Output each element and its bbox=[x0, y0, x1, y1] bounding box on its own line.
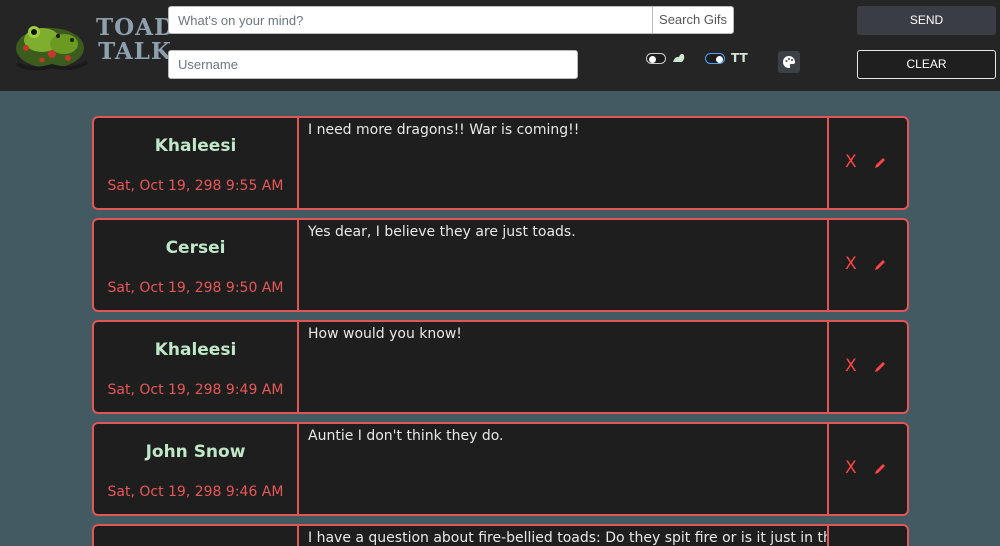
top-bar: TOAD TALK Search Gifs TT SEND CLEAR bbox=[0, 0, 1000, 91]
pencil-icon[interactable] bbox=[873, 360, 887, 374]
message-meta: John Snow Sat, Oct 19, 298 9:46 AM bbox=[94, 424, 299, 514]
search-gifs-button[interactable]: Search Gifs bbox=[652, 6, 734, 34]
message-text: How would you know! bbox=[308, 326, 462, 342]
message-actions: X bbox=[827, 220, 907, 310]
message-meta bbox=[94, 526, 299, 546]
username-input[interactable] bbox=[168, 50, 578, 79]
message-timestamp: Sat, Oct 19, 298 9:50 AM bbox=[107, 280, 284, 296]
message-text: I need more dragons!! War is coming!! bbox=[308, 122, 580, 138]
text-size-icon: TT bbox=[731, 51, 748, 65]
message-meta: Khaleesi Sat, Oct 19, 298 9:55 AM bbox=[94, 118, 299, 208]
message-actions: X bbox=[827, 118, 907, 208]
message-text: Yes dear, I believe they are just toads. bbox=[308, 224, 576, 240]
message-author: Cersei bbox=[165, 238, 226, 258]
theme-toggle[interactable] bbox=[646, 53, 666, 64]
message-text: Auntie I don't think they do. bbox=[308, 428, 504, 444]
message-actions bbox=[827, 526, 907, 546]
color-palette-button[interactable] bbox=[778, 51, 800, 73]
toad-talk-logo: TOAD TALK bbox=[12, 14, 174, 74]
message-author: Khaleesi bbox=[154, 340, 237, 360]
delete-button[interactable]: X bbox=[845, 254, 857, 274]
message-actions: X bbox=[827, 322, 907, 412]
text-size-toggle[interactable] bbox=[705, 53, 725, 64]
pencil-icon[interactable] bbox=[873, 156, 887, 170]
toad-icon bbox=[16, 26, 89, 71]
message-timestamp: Sat, Oct 19, 298 9:55 AM bbox=[107, 178, 284, 194]
clear-button[interactable]: CLEAR bbox=[857, 50, 996, 79]
delete-button[interactable]: X bbox=[845, 356, 857, 376]
send-button[interactable]: SEND bbox=[857, 6, 996, 35]
delete-button[interactable]: X bbox=[845, 152, 857, 172]
message-input[interactable] bbox=[168, 6, 653, 34]
message-author: John Snow bbox=[145, 442, 246, 462]
delete-button[interactable]: X bbox=[845, 458, 857, 478]
message-timestamp: Sat, Oct 19, 298 9:49 AM bbox=[107, 382, 284, 398]
message-card: Khaleesi Sat, Oct 19, 298 9:55 AM I need… bbox=[92, 116, 909, 210]
message-meta: Khaleesi Sat, Oct 19, 298 9:49 AM bbox=[94, 322, 299, 412]
message-meta: Cersei Sat, Oct 19, 298 9:50 AM bbox=[94, 220, 299, 310]
palette-icon bbox=[783, 56, 795, 68]
pencil-icon[interactable] bbox=[873, 462, 887, 476]
message-timestamp: Sat, Oct 19, 298 9:46 AM bbox=[107, 484, 284, 500]
message-text: I have a question about fire-bellied toa… bbox=[308, 530, 828, 546]
message-card: John Snow Sat, Oct 19, 298 9:46 AM Aunti… bbox=[92, 422, 909, 516]
message-card: Cersei Sat, Oct 19, 298 9:50 AM Yes dear… bbox=[92, 218, 909, 312]
message-card: I have a question about fire-bellied toa… bbox=[92, 524, 909, 546]
pencil-icon[interactable] bbox=[873, 258, 887, 272]
message-actions: X bbox=[827, 424, 907, 514]
message-author: Khaleesi bbox=[154, 136, 237, 156]
toad-theme-icon bbox=[672, 50, 686, 67]
logo-text: TOAD TALK bbox=[96, 14, 175, 65]
message-card: Khaleesi Sat, Oct 19, 298 9:49 AM How wo… bbox=[92, 320, 909, 414]
